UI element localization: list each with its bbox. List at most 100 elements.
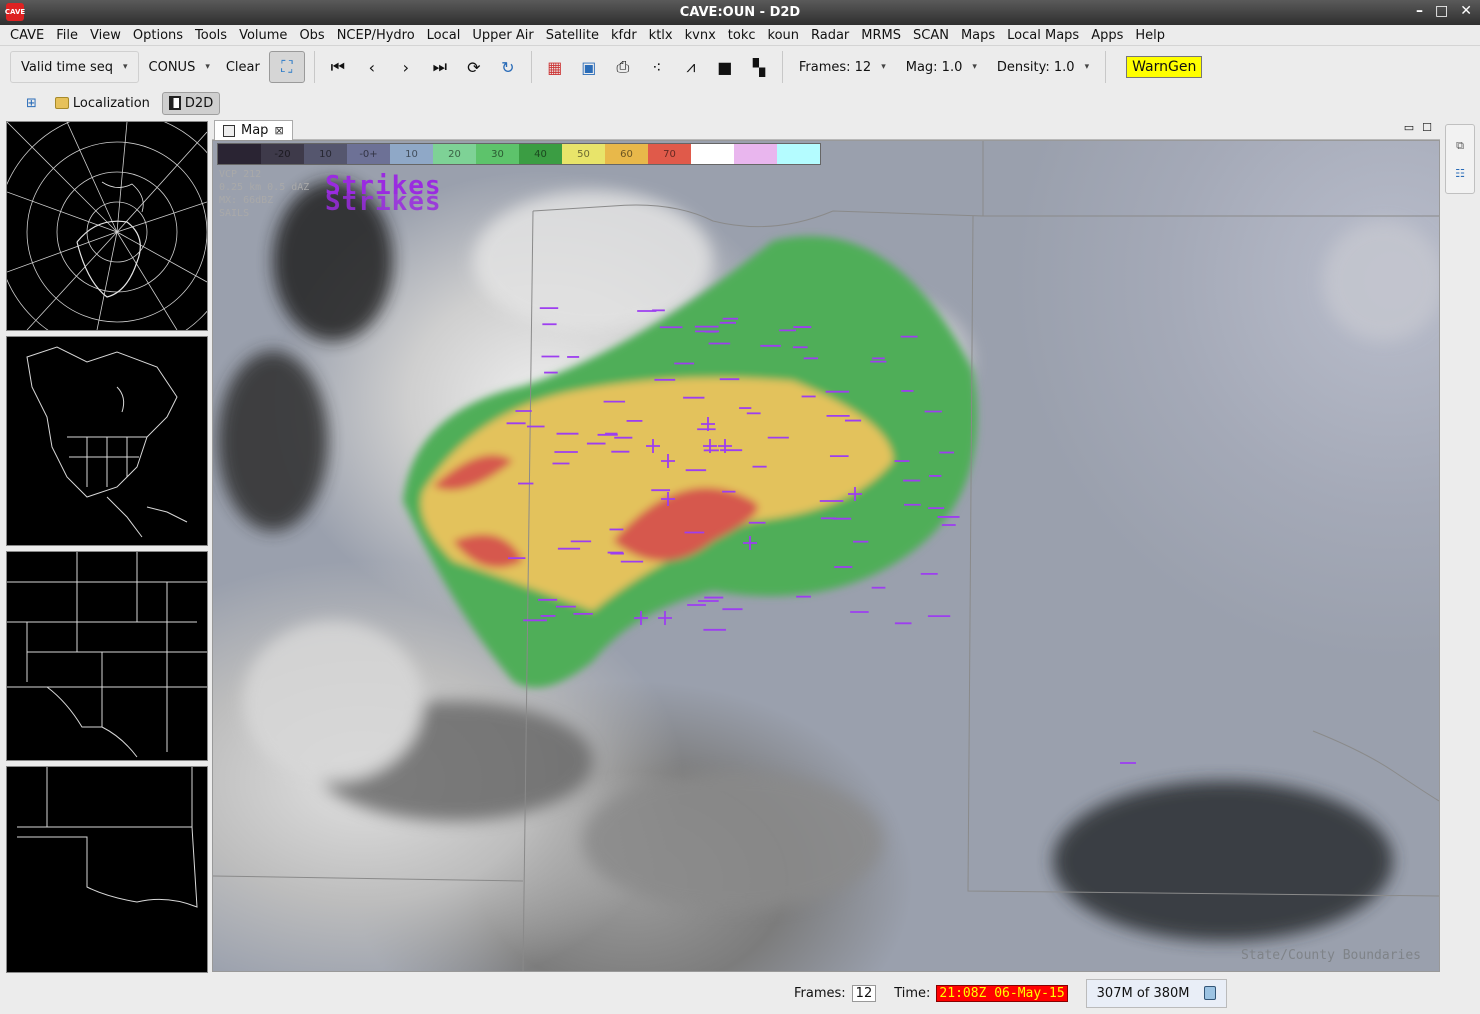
- loop-button[interactable]: ⟳: [460, 53, 488, 81]
- localization-label: Localization: [72, 95, 150, 111]
- tab-map-label: Map: [241, 123, 269, 138]
- menu-kfdr[interactable]: kfdr: [605, 28, 643, 43]
- menu-volume[interactable]: Volume: [233, 28, 293, 43]
- restore-icon[interactable]: ⧉: [1456, 139, 1464, 153]
- menu-local-maps[interactable]: Local Maps: [1001, 28, 1085, 43]
- time-mode-dropdown[interactable]: Valid time seq ▾: [10, 51, 139, 83]
- menu-tools[interactable]: Tools: [189, 28, 233, 43]
- trash-icon[interactable]: [1203, 986, 1216, 1000]
- menu-view[interactable]: View: [84, 28, 127, 43]
- maximize-icon[interactable]: □: [1435, 3, 1448, 19]
- d2d-perspective-button[interactable]: D2D: [161, 91, 221, 115]
- north-america-map: [26, 346, 188, 538]
- close-icon[interactable]: ✕: [1460, 3, 1472, 19]
- warngen-button[interactable]: WarnGen: [1126, 56, 1203, 78]
- map-props-button[interactable]: ▣: [575, 53, 603, 81]
- menu-scan[interactable]: SCAN: [907, 28, 955, 43]
- scale-dropdown[interactable]: CONUS ▾: [139, 51, 220, 83]
- folder-icon: [54, 97, 69, 109]
- baseline-button[interactable]: ⩘: [677, 53, 705, 81]
- menu-local[interactable]: Local: [421, 28, 467, 43]
- first-frame-icon: ⏮: [330, 57, 346, 76]
- colorbar-tick-label: 10: [390, 144, 433, 164]
- menu-options[interactable]: Options: [127, 28, 189, 43]
- frames-count: 12: [851, 984, 877, 1002]
- legend-resolution: 0.25 km 0.5 dAZ: [219, 182, 310, 193]
- points-button[interactable]: ⁖: [643, 53, 671, 81]
- localization-perspective-button[interactable]: Localization: [49, 93, 156, 114]
- north-america-thumbnail[interactable]: [6, 336, 208, 546]
- image-props-button[interactable]: ▦: [541, 53, 569, 81]
- legend-sails: SAILS: [219, 208, 250, 219]
- single-panel-icon: ■: [717, 57, 733, 77]
- open-perspective-button[interactable]: ⊞: [20, 93, 43, 114]
- menu-cave[interactable]: CAVE: [4, 28, 50, 43]
- window-titlebar: CAVE CAVE:OUN - D2D – □ ✕: [0, 0, 1480, 25]
- scale-value: CONUS: [148, 59, 196, 75]
- menu-ktlx[interactable]: ktlx: [643, 28, 679, 43]
- polar-thumbnail[interactable]: [6, 121, 208, 331]
- frames-value: Frames: 12: [798, 59, 872, 75]
- menu-satellite[interactable]: Satellite: [540, 28, 605, 43]
- density-dropdown[interactable]: Density: 1.0 ▾: [987, 51, 1099, 83]
- previous-frame-button[interactable]: ‹: [358, 53, 386, 81]
- mag-dropdown[interactable]: Mag: 1.0 ▾: [896, 51, 987, 83]
- refresh-button[interactable]: ↻: [494, 53, 522, 81]
- colorbar-tick-label: 10: [304, 144, 347, 164]
- menu-obs[interactable]: Obs: [293, 28, 330, 43]
- single-panel-button[interactable]: ■: [711, 53, 739, 81]
- menu-mrms[interactable]: MRMS: [855, 28, 907, 43]
- colorbar-tick-label: 30: [476, 144, 519, 164]
- close-tab-icon[interactable]: ⊠: [274, 124, 283, 137]
- southern-plains-thumbnail[interactable]: [6, 551, 208, 761]
- colorbar-segment: [218, 144, 261, 164]
- menu-maps[interactable]: Maps: [955, 28, 1001, 43]
- colorbar-tick-label: -0+: [347, 144, 390, 164]
- minimize-view-icon[interactable]: ▭: [1404, 121, 1414, 134]
- legend-vcp: VCP 212: [219, 169, 262, 180]
- first-frame-button[interactable]: ⏮: [324, 53, 352, 81]
- menu-kvnx[interactable]: kvnx: [679, 28, 722, 43]
- right-view-strip: ⧉ ☷: [1445, 124, 1475, 194]
- boundaries-label: State/County Boundaries: [1240, 948, 1421, 963]
- menu-apps[interactable]: Apps: [1085, 28, 1129, 43]
- colorbar-tick-label: 40: [519, 144, 562, 164]
- frames-dropdown[interactable]: Frames: 12 ▾: [789, 51, 896, 83]
- print-icon: ⎙: [616, 57, 630, 76]
- legend-max: MX: 66dBZ: [219, 195, 274, 206]
- menu-file[interactable]: File: [50, 28, 84, 43]
- tab-map[interactable]: Map ⊠: [214, 120, 293, 140]
- menu-ncep-hydro[interactable]: NCEP/Hydro: [331, 28, 421, 43]
- menu-koun[interactable]: koun: [762, 28, 806, 43]
- print-button[interactable]: ⎙: [609, 53, 637, 81]
- minimize-icon[interactable]: –: [1416, 3, 1423, 19]
- fullscreen-button[interactable]: ⛶: [268, 51, 305, 83]
- next-frame-icon: ›: [402, 57, 410, 77]
- menu-upper-air[interactable]: Upper Air: [466, 28, 539, 43]
- map-view-controls: ▭ ☐: [1404, 121, 1432, 134]
- colorbar-segment: [734, 144, 777, 164]
- status-bar: Frames: 12 Time: 21:08Z 06-May-15 307M o…: [0, 972, 1480, 1014]
- southern-plains-map: [7, 552, 207, 758]
- toolbar-separator: [530, 51, 532, 83]
- window-controls: – □ ✕: [1416, 3, 1472, 19]
- last-frame-button[interactable]: ⏭: [426, 53, 454, 81]
- menu-radar[interactable]: Radar: [805, 28, 855, 43]
- oklahoma-thumbnail[interactable]: [6, 766, 208, 973]
- next-frame-button[interactable]: ›: [392, 53, 420, 81]
- menu-help[interactable]: Help: [1129, 28, 1171, 43]
- memory-indicator[interactable]: 307M of 380M: [1085, 978, 1227, 1008]
- d2d-icon: [168, 96, 181, 110]
- map-props-icon: ▣: [581, 57, 597, 77]
- toolbar-separator: [313, 51, 315, 83]
- colorbar-tick-label: -20: [261, 144, 304, 164]
- maximize-view-icon[interactable]: ☐: [1422, 121, 1432, 134]
- radar-map-view[interactable]: -20 10 -0+ 10 20 30 40 50 60 70 VCP 212 0.25 km 0…: [212, 140, 1440, 972]
- menu-tokc[interactable]: tokc: [722, 28, 762, 43]
- layers-icon[interactable]: ☷: [1455, 167, 1465, 180]
- clear-button[interactable]: Clear: [220, 60, 266, 75]
- toolbar-separator: [1105, 51, 1107, 83]
- chevron-down-icon: ▾: [122, 62, 128, 72]
- colorbar-segment: [777, 144, 820, 164]
- four-panel-button[interactable]: ▚: [745, 53, 773, 81]
